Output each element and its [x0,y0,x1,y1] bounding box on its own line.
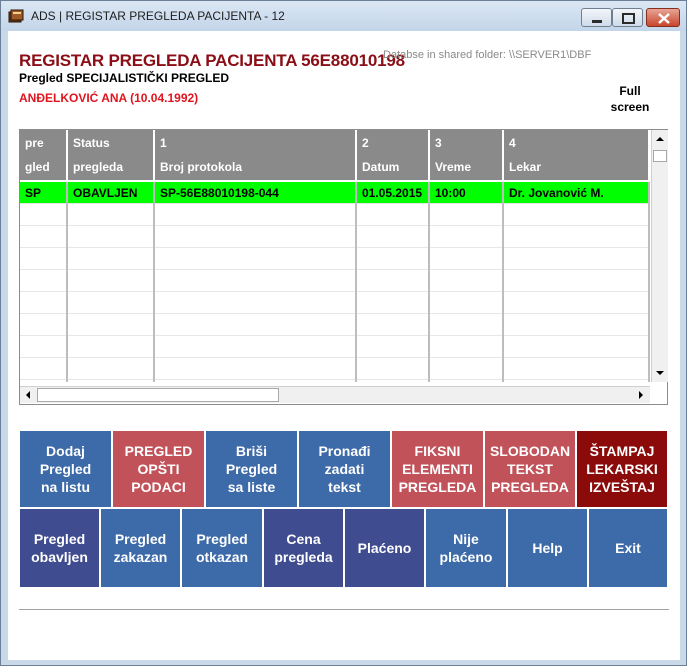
button-label: Pregled otkazan [195,531,249,565]
column-number: 4 [509,136,516,150]
column-number: Status [73,136,110,150]
grid-divider [502,182,504,382]
grid-body[interactable]: SP OBAVLJEN SP-56E88010198-044 01.05.2015 10… [20,182,650,382]
grid-column-header[interactable]: 1 Broj protokola [155,130,357,180]
button-label: FIKSNI ELEMENTI PREGLEDA [398,443,477,495]
column-title: Datum [362,160,400,174]
fullscreen-button[interactable]: Full screen [593,83,667,115]
fullscreen-label-1: Full [619,84,641,98]
button-label: Dodaj Pregled na listu [39,443,92,495]
grid-divider [153,182,155,382]
column-number: 3 [435,136,442,150]
grid-column-header[interactable]: Status pregleda [68,130,155,180]
exit-button[interactable]: Exit [588,508,668,588]
table-row[interactable] [20,204,650,226]
grid-column-header[interactable]: 4 Lekar [504,130,650,180]
button-label: PREGLED OPŠTI PODACI [124,443,193,495]
maximize-button[interactable] [612,8,643,27]
minimize-icon [592,20,602,23]
button-label: Plaćeno [357,540,412,556]
grid-divider [66,182,68,382]
column-title: Vreme [435,160,472,174]
help-button[interactable]: Help [507,508,588,588]
table-row[interactable] [20,336,650,358]
column-title: Lekar [509,160,542,174]
patient-label: ANĐELKOVIĆ ANA (10.04.1992) [19,91,199,105]
fullscreen-label-2: screen [610,100,650,114]
grid-divider [648,182,650,382]
button-label: Briši Pregled sa liste [225,443,278,495]
not-paid-button[interactable]: Nije plaćeno [425,508,507,588]
delete-exam-button[interactable]: Briši Pregled sa liste [205,430,298,508]
column-number: 2 [362,136,369,150]
page-title: REGISTAR PREGLEDA PACIJENTA 56E88010198 [19,51,405,70]
table-cell: SP-56E88010198-044 [160,186,279,200]
table-cell: SP [25,186,42,200]
column-number: pre [25,136,44,150]
table-row[interactable] [20,270,650,292]
grid-column-header[interactable]: 3 Vreme [430,130,504,180]
grid-divider [428,182,430,382]
grid-column-header[interactable]: pre gled [20,130,68,180]
table-cell: 10:00 [435,186,466,200]
column-title: pregleda [73,160,124,174]
find-text-button[interactable]: Pronađi zadati tekst [298,430,391,508]
column-title: gled [25,160,50,174]
button-label: Exit [615,540,641,556]
minimize-button[interactable] [581,8,612,27]
grid-header: pre gled Status pregleda 1 Broj protokola 2 Dat… [20,130,650,180]
table-cell: 01.05.2015 [362,186,423,200]
button-label: SLOBODAN TEKST PREGLEDA [489,443,571,495]
horizontal-scrollbar[interactable] [20,386,650,403]
client-area: REGISTAR PREGLEDA PACIJENTA 56E88010198 … [8,31,680,660]
close-button[interactable] [646,8,680,27]
exam-grid[interactable]: pre gled Status pregleda 1 Broj protokola 2 Dat… [19,129,668,405]
horizontal-scroll-thumb[interactable] [37,388,279,402]
close-icon [658,13,670,24]
button-label: Pregled obavljen [31,531,88,565]
print-report-button[interactable]: ŠTAMPAJ LEKARSKI IZVEŠTAJ [576,430,668,508]
fixed-elements-button[interactable]: FIKSNI ELEMENTI PREGLEDA [391,430,484,508]
general-data-button[interactable]: PREGLED OPŠTI PODACI [112,430,205,508]
table-row[interactable] [20,292,650,314]
app-icon [8,9,24,23]
button-label: Pregled zakazan [113,531,168,565]
vertical-scroll-thumb[interactable] [653,150,667,162]
button-label: Help [532,540,563,556]
vertical-scrollbar[interactable] [651,130,668,382]
grid-column-header[interactable]: 2 Datum [357,130,430,180]
scroll-down-icon[interactable] [652,365,668,381]
exam-price-button[interactable]: Cena pregleda [263,508,344,588]
exam-done-button[interactable]: Pregled obavljen [19,508,100,588]
exam-cancelled-button[interactable]: Pregled otkazan [181,508,263,588]
table-row[interactable] [20,226,650,248]
table-row[interactable]: SP OBAVLJEN SP-56E88010198-044 01.05.2015 10… [20,182,650,204]
scroll-right-icon[interactable] [633,387,649,403]
scroll-left-icon[interactable] [20,387,36,403]
exam-scheduled-button[interactable]: Pregled zakazan [100,508,181,588]
column-title: Broj protokola [160,160,243,174]
scroll-up-icon[interactable] [652,131,668,147]
column-number: 1 [160,136,167,150]
button-label: Nije plaćeno [439,531,493,565]
status-bar [19,609,669,653]
shared-folder-label: Databse in shared folder: \\SERVER1\DBF [383,49,592,61]
table-cell: OBAVLJEN [73,186,138,200]
table-cell: Dr. Jovanović M. [509,186,604,200]
app-window: ADS | REGISTAR PREGLEDA PACIJENTA - 12 R… [0,0,687,666]
title-bar[interactable]: ADS | REGISTAR PREGLEDA PACIJENTA - 12 [1,1,686,31]
table-row[interactable] [20,314,650,336]
grid-divider [355,182,357,382]
paid-button[interactable]: Plaćeno [344,508,425,588]
table-row[interactable] [20,358,650,380]
free-text-button[interactable]: SLOBODAN TEKST PREGLEDA [484,430,576,508]
button-label: Cena pregleda [274,531,333,565]
window-title: ADS | REGISTAR PREGLEDA PACIJENTA - 12 [31,9,285,23]
button-label: ŠTAMPAJ LEKARSKI IZVEŠTAJ [586,443,658,495]
exam-type-label: Pregled SPECIJALISTIČKI PREGLED [19,71,230,85]
maximize-icon [622,13,635,24]
add-exam-button[interactable]: Dodaj Pregled na listu [19,430,112,508]
table-row[interactable] [20,248,650,270]
button-label: Pronađi zadati tekst [318,443,371,495]
